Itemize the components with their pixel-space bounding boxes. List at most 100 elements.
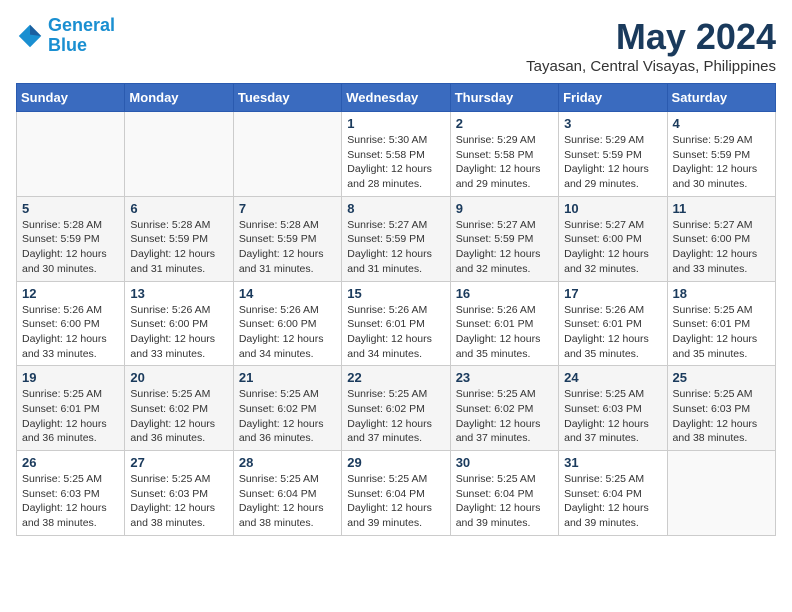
- day-info: Sunrise: 5:29 AMSunset: 5:58 PMDaylight:…: [456, 133, 553, 192]
- day-number: 23: [456, 370, 553, 385]
- day-number: 25: [673, 370, 770, 385]
- day-info: Sunrise: 5:25 AMSunset: 6:04 PMDaylight:…: [347, 472, 444, 531]
- calendar-cell: 20 Sunrise: 5:25 AMSunset: 6:02 PMDayligh…: [125, 366, 233, 451]
- calendar-cell: 17 Sunrise: 5:26 AMSunset: 6:01 PMDayligh…: [559, 281, 667, 366]
- calendar-cell: 10 Sunrise: 5:27 AMSunset: 6:00 PMDayligh…: [559, 196, 667, 281]
- day-info: Sunrise: 5:26 AMSunset: 6:01 PMDaylight:…: [347, 303, 444, 362]
- calendar-cell: 29Sunrise: 5:25 AMSunset: 6:04 PMDayligh…: [342, 451, 450, 536]
- calendar-cell: 30 Sunrise: 5:25 AMSunset: 6:04 PMDayligh…: [450, 451, 558, 536]
- day-number: 11: [673, 201, 770, 216]
- month-title: May 2024: [526, 16, 776, 58]
- day-number: 31: [564, 455, 661, 470]
- day-info: Sunrise: 5:26 AMSunset: 6:01 PMDaylight:…: [564, 303, 661, 362]
- day-info: Sunrise: 5:25 AMSunset: 6:03 PMDaylight:…: [22, 472, 119, 531]
- calendar-cell: 13Sunrise: 5:26 AMSunset: 6:00 PMDayligh…: [125, 281, 233, 366]
- calendar-cell: 27 Sunrise: 5:25 AMSunset: 6:03 PMDayligh…: [125, 451, 233, 536]
- weekday-header: Wednesday: [342, 84, 450, 112]
- day-number: 2: [456, 116, 553, 131]
- day-info: Sunrise: 5:29 AMSunset: 5:59 PMDaylight:…: [673, 133, 770, 192]
- day-info: Sunrise: 5:25 AMSunset: 6:04 PMDaylight:…: [239, 472, 336, 531]
- weekday-header: Saturday: [667, 84, 775, 112]
- calendar-cell: 11Sunrise: 5:27 AMSunset: 6:00 PMDayligh…: [667, 196, 775, 281]
- day-number: 15: [347, 286, 444, 301]
- day-info: Sunrise: 5:25 AMSunset: 6:04 PMDaylight:…: [456, 472, 553, 531]
- day-info: Sunrise: 5:28 AMSunset: 5:59 PMDaylight:…: [130, 218, 227, 277]
- calendar-week-row: 26 Sunrise: 5:25 AMSunset: 6:03 PMDayligh…: [17, 451, 776, 536]
- day-number: 21: [239, 370, 336, 385]
- day-number: 16: [456, 286, 553, 301]
- calendar-cell: 6 Sunrise: 5:28 AMSunset: 5:59 PMDaylight…: [125, 196, 233, 281]
- day-number: 19: [22, 370, 119, 385]
- day-info: Sunrise: 5:30 AMSunset: 5:58 PMDaylight:…: [347, 133, 444, 192]
- weekday-header: Monday: [125, 84, 233, 112]
- calendar-cell: [233, 112, 341, 197]
- calendar-cell: 9Sunrise: 5:27 AMSunset: 5:59 PMDaylight…: [450, 196, 558, 281]
- calendar-cell: 21 Sunrise: 5:25 AMSunset: 6:02 PMDayligh…: [233, 366, 341, 451]
- calendar-week-row: 12 Sunrise: 5:26 AMSunset: 6:00 PMDayligh…: [17, 281, 776, 366]
- day-number: 24: [564, 370, 661, 385]
- calendar-table: SundayMondayTuesdayWednesdayThursdayFrid…: [16, 83, 776, 536]
- calendar-cell: [17, 112, 125, 197]
- calendar-cell: 26 Sunrise: 5:25 AMSunset: 6:03 PMDayligh…: [17, 451, 125, 536]
- day-info: Sunrise: 5:25 AMSunset: 6:03 PMDaylight:…: [130, 472, 227, 531]
- day-number: 9: [456, 201, 553, 216]
- day-number: 28: [239, 455, 336, 470]
- calendar-cell: 23 Sunrise: 5:25 AMSunset: 6:02 PMDayligh…: [450, 366, 558, 451]
- day-number: 30: [456, 455, 553, 470]
- day-info: Sunrise: 5:25 AMSunset: 6:02 PMDaylight:…: [130, 387, 227, 446]
- day-number: 4: [673, 116, 770, 131]
- calendar-cell: 15 Sunrise: 5:26 AMSunset: 6:01 PMDayligh…: [342, 281, 450, 366]
- day-number: 14: [239, 286, 336, 301]
- logo: General Blue: [16, 16, 115, 56]
- day-number: 6: [130, 201, 227, 216]
- calendar-cell: 1 Sunrise: 5:30 AMSunset: 5:58 PMDaylight…: [342, 112, 450, 197]
- day-info: Sunrise: 5:25 AMSunset: 6:02 PMDaylight:…: [456, 387, 553, 446]
- calendar-cell: 7 Sunrise: 5:28 AMSunset: 5:59 PMDaylight…: [233, 196, 341, 281]
- day-number: 5: [22, 201, 119, 216]
- day-number: 27: [130, 455, 227, 470]
- page-header: General Blue May 2024 Tayasan, Central V…: [16, 16, 776, 75]
- day-info: Sunrise: 5:27 AMSunset: 5:59 PMDaylight:…: [347, 218, 444, 277]
- day-info: Sunrise: 5:25 AMSunset: 6:01 PMDaylight:…: [673, 303, 770, 362]
- day-number: 20: [130, 370, 227, 385]
- calendar-cell: 8Sunrise: 5:27 AMSunset: 5:59 PMDaylight…: [342, 196, 450, 281]
- day-info: Sunrise: 5:26 AMSunset: 6:00 PMDaylight:…: [22, 303, 119, 362]
- calendar-cell: 19Sunrise: 5:25 AMSunset: 6:01 PMDayligh…: [17, 366, 125, 451]
- title-block: May 2024 Tayasan, Central Visayas, Phili…: [526, 16, 776, 75]
- day-info: Sunrise: 5:29 AMSunset: 5:59 PMDaylight:…: [564, 133, 661, 192]
- calendar-cell: 18Sunrise: 5:25 AMSunset: 6:01 PMDayligh…: [667, 281, 775, 366]
- calendar-cell: 5 Sunrise: 5:28 AMSunset: 5:59 PMDaylight…: [17, 196, 125, 281]
- day-info: Sunrise: 5:25 AMSunset: 6:02 PMDaylight:…: [347, 387, 444, 446]
- day-number: 26: [22, 455, 119, 470]
- calendar-cell: 28 Sunrise: 5:25 AMSunset: 6:04 PMDayligh…: [233, 451, 341, 536]
- day-number: 22: [347, 370, 444, 385]
- calendar-cell: 31 Sunrise: 5:25 AMSunset: 6:04 PMDayligh…: [559, 451, 667, 536]
- day-info: Sunrise: 5:27 AMSunset: 6:00 PMDaylight:…: [564, 218, 661, 277]
- calendar-cell: 24Sunrise: 5:25 AMSunset: 6:03 PMDayligh…: [559, 366, 667, 451]
- calendar-cell: 16 Sunrise: 5:26 AMSunset: 6:01 PMDayligh…: [450, 281, 558, 366]
- day-info: Sunrise: 5:26 AMSunset: 6:01 PMDaylight:…: [456, 303, 553, 362]
- weekday-header: Friday: [559, 84, 667, 112]
- day-number: 10: [564, 201, 661, 216]
- day-info: Sunrise: 5:28 AMSunset: 5:59 PMDaylight:…: [239, 218, 336, 277]
- day-info: Sunrise: 5:25 AMSunset: 6:02 PMDaylight:…: [239, 387, 336, 446]
- day-number: 12: [22, 286, 119, 301]
- day-number: 17: [564, 286, 661, 301]
- calendar-cell: 14 Sunrise: 5:26 AMSunset: 6:00 PMDayligh…: [233, 281, 341, 366]
- day-info: Sunrise: 5:25 AMSunset: 6:03 PMDaylight:…: [673, 387, 770, 446]
- calendar-header-row: SundayMondayTuesdayWednesdayThursdayFrid…: [17, 84, 776, 112]
- calendar-cell: 4 Sunrise: 5:29 AMSunset: 5:59 PMDaylight…: [667, 112, 775, 197]
- calendar-cell: 22 Sunrise: 5:25 AMSunset: 6:02 PMDayligh…: [342, 366, 450, 451]
- day-info: Sunrise: 5:25 AMSunset: 6:04 PMDaylight:…: [564, 472, 661, 531]
- day-number: 1: [347, 116, 444, 131]
- calendar-week-row: 1 Sunrise: 5:30 AMSunset: 5:58 PMDaylight…: [17, 112, 776, 197]
- day-info: Sunrise: 5:26 AMSunset: 6:00 PMDaylight:…: [130, 303, 227, 362]
- day-info: Sunrise: 5:26 AMSunset: 6:00 PMDaylight:…: [239, 303, 336, 362]
- day-info: Sunrise: 5:28 AMSunset: 5:59 PMDaylight:…: [22, 218, 119, 277]
- calendar-cell: 25 Sunrise: 5:25 AMSunset: 6:03 PMDayligh…: [667, 366, 775, 451]
- day-number: 7: [239, 201, 336, 216]
- calendar-cell: [125, 112, 233, 197]
- calendar-cell: [667, 451, 775, 536]
- logo-icon: [16, 22, 44, 50]
- calendar-cell: 12 Sunrise: 5:26 AMSunset: 6:00 PMDayligh…: [17, 281, 125, 366]
